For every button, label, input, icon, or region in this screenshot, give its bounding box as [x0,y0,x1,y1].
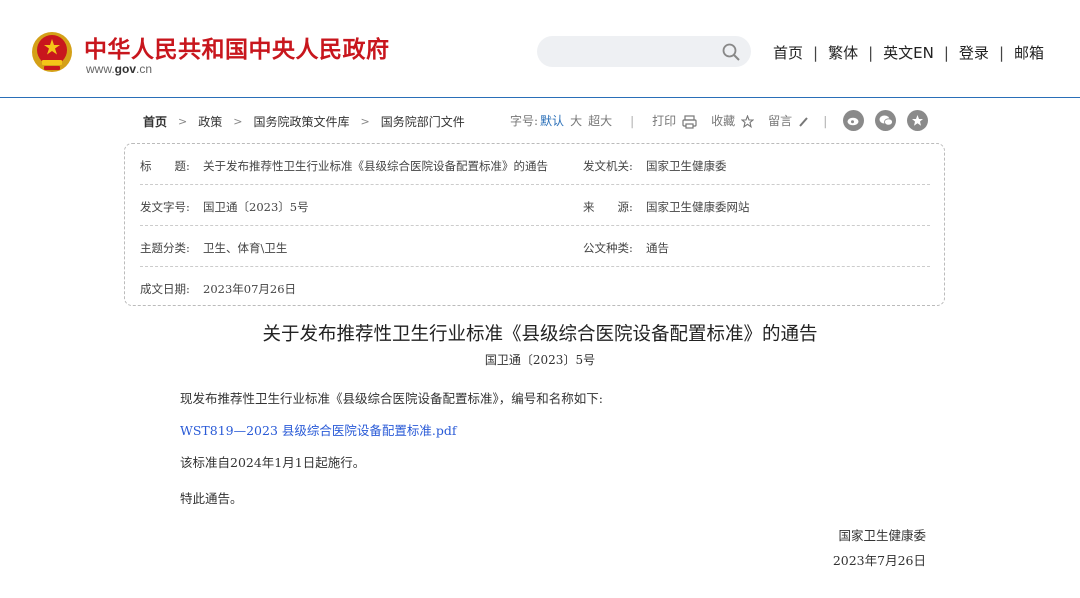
info-row: 成文日期: 2023年07月26日 [140,267,930,308]
topic-value: 卫生、体育\卫生 [203,241,288,255]
site-url-prefix: www. [86,62,115,76]
topic-label: 主题分类: [140,241,190,255]
breadcrumb-policy[interactable]: 政策 [198,113,222,130]
search-icon[interactable] [721,42,741,62]
title-value: 关于发布推荐性卫生行业标准《县级综合医院设备配置标准》的通告 [203,159,548,173]
nav-divider: | [813,43,819,62]
breadcrumb: 首页 > 政策 > 国务院政策文件库 > 国务院部门文件 [143,113,465,130]
favorite-share-icon[interactable] [907,110,928,131]
site-header: 中华人民共和国中央人民政府 www.gov.cn 首页 | 繁体 | 英文EN … [0,0,1080,98]
print-label: 打印 [652,114,677,128]
nav-home[interactable]: 首页 [773,42,803,63]
docno-label: 发文字号: [140,200,190,214]
nav-mail[interactable]: 邮箱 [1014,42,1044,63]
doctype-label: 公文种类: [583,241,633,255]
national-emblem-icon[interactable] [30,30,74,74]
site-url-suffix: .cn [136,62,153,76]
nav-login[interactable]: 登录 [959,42,989,63]
nav-divider: | [998,43,1004,62]
printer-icon [682,114,697,129]
nav-traditional[interactable]: 繁体 [828,42,858,63]
font-size-large[interactable]: 大 [570,112,582,129]
weibo-share-icon[interactable] [843,110,864,131]
star-icon [741,115,755,128]
date-label: 成文日期: [140,282,190,296]
source-label: 来 源: [583,200,633,214]
info-row: 主题分类: 卫生、体育\卫生 公文种类: 通告 [140,226,930,267]
comment-label: 留言 [768,114,793,128]
source-value: 国家卫生健康委网站 [646,200,750,214]
chevron-right-icon: > [233,115,243,128]
nav-divider: | [868,43,874,62]
docno-value: 国卫通〔2023〕5号 [203,200,309,214]
date-value: 2023年07月26日 [203,282,297,296]
nav-english[interactable]: 英文EN [883,42,934,63]
favorite-label: 收藏 [711,114,736,128]
signer: 国家卫生健康委 [838,528,926,543]
chevron-right-icon: > [360,115,370,128]
site-name[interactable]: 中华人民共和国中央人民政府 [84,30,390,64]
doctype-value: 通告 [646,241,669,255]
attachment-link-container: WST819—2023 县级综合医院设备配置标准.pdf [180,420,457,439]
article-paragraph: 特此通告。 [180,491,243,506]
article-paragraph: 该标准自2024年1月1日起施行。 [180,455,366,470]
sign-date: 2023年7月26日 [832,553,926,568]
top-nav: 首页 | 繁体 | 英文EN | 登录 | 邮箱 [773,42,1044,63]
info-row: 标 题: 关于发布推荐性卫生行业标准《县级综合医院设备配置标准》的通告 发文机关… [140,144,930,185]
site-url-domain: gov [114,62,137,76]
attachment-pdf-link[interactable]: WST819—2023 县级综合医院设备配置标准.pdf [180,423,457,438]
wechat-share-icon[interactable] [875,110,896,131]
font-size-xlarge[interactable]: 超大 [588,112,612,129]
article-title: 关于发布推荐性卫生行业标准《县级综合医院设备配置标准》的通告 [262,324,818,345]
font-size-label: 字号: [510,114,539,128]
site-url: www.gov.cn [86,62,152,76]
document-info-table: 标 题: 关于发布推荐性卫生行业标准《县级综合医院设备配置标准》的通告 发文机关… [124,143,945,306]
issuer-label: 发文机关: [583,159,633,173]
tools-divider: | [630,113,635,128]
tools-divider: | [823,113,828,128]
chevron-right-icon: > [178,115,188,128]
pencil-icon [799,116,808,127]
print-button[interactable]: 打印 [652,112,697,129]
comment-button[interactable]: 留言 [768,112,809,129]
breadcrumb-policy-library[interactable]: 国务院政策文件库 [253,113,349,130]
article-docno: 国卫通〔2023〕5号 [484,353,596,367]
info-row: 发文字号: 国卫通〔2023〕5号 来 源: 国家卫生健康委网站 [140,185,930,226]
article-paragraph: 现发布推荐性卫生行业标准《县级综合医院设备配置标准》，编号和名称如下: [180,391,603,406]
search-input[interactable] [537,36,751,67]
nav-divider: | [943,43,949,62]
article-tools: 字号: 默认 大 超大 | 打印 收藏 留言 | [510,112,827,129]
breadcrumb-department-docs[interactable]: 国务院部门文件 [381,113,465,130]
font-size-default[interactable]: 默认 [540,112,564,129]
title-label: 标 题: [140,159,190,173]
favorite-button[interactable]: 收藏 [711,112,755,129]
breadcrumb-home[interactable]: 首页 [143,113,167,130]
share-bar [843,110,939,131]
issuer-value: 国家卫生健康委 [646,159,727,173]
